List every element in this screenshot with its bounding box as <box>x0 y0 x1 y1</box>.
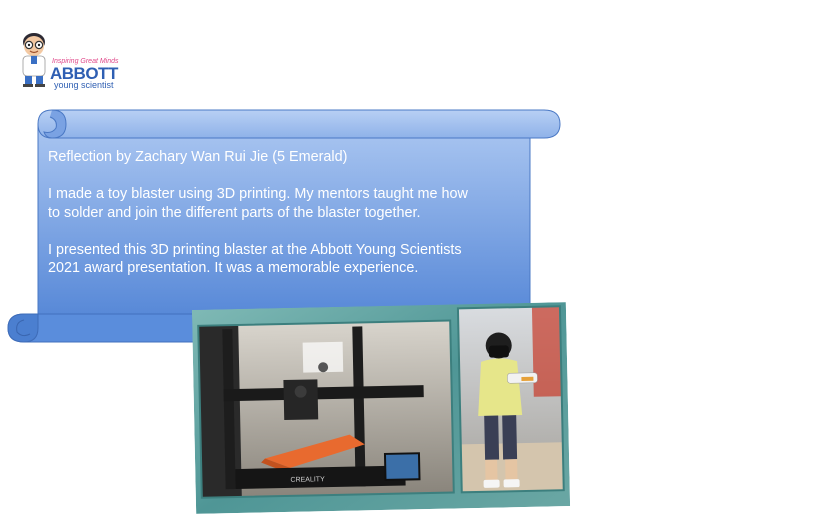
reflection-heading: Reflection by Zachary Wan Rui Jie (5 Eme… <box>48 149 348 165</box>
reflection-paragraph-2-line-2: 2021 award presentation. It was a memora… <box>48 260 419 276</box>
student-photo <box>456 305 565 494</box>
printer-photo: CREALITY <box>197 319 455 499</box>
reflection-paragraph-1-line-1: I made a toy blaster using 3D printing. … <box>48 186 468 202</box>
photo-collage: CREALITY <box>191 302 571 514</box>
reflection-paragraph-2-line-1: I presented this 3D printing blaster at … <box>48 241 462 258</box>
reflection-text: Reflection by Zachary Wan Rui Jie (5 Eme… <box>48 148 526 278</box>
printer-brand-label: CREALITY <box>290 476 325 484</box>
reflection-paragraph-1-line-2: to solder and join the different parts o… <box>48 204 421 221</box>
